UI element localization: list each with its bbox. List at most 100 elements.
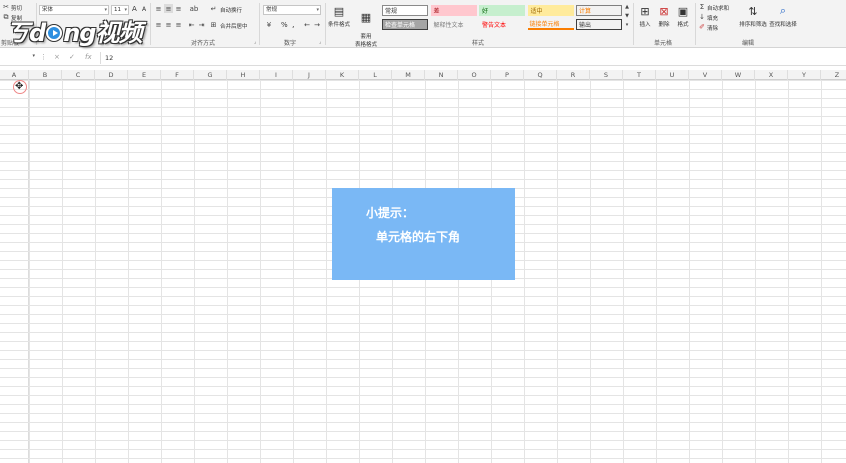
editing-group-label: 编辑	[742, 40, 755, 47]
align-bottom-icon[interactable]: ≡	[174, 4, 183, 13]
column-header[interactable]: D	[95, 70, 128, 80]
column-header[interactable]: H	[227, 70, 260, 80]
play-icon	[46, 24, 63, 41]
delete-label: 删除	[658, 22, 670, 28]
column-header[interactable]: W	[722, 70, 755, 80]
wrap-text-button[interactable]: 自动换行	[220, 6, 242, 14]
column-header[interactable]: P	[491, 70, 524, 80]
column-header[interactable]: O	[458, 70, 491, 80]
cut-icon: ✂	[3, 3, 9, 11]
cell-style-option[interactable]: 常规	[382, 5, 428, 16]
wrap-text-icon: ↵	[210, 4, 217, 13]
format-button[interactable]: ▣ 格式	[675, 3, 691, 29]
number-launcher-icon[interactable]: ⌟	[319, 39, 321, 45]
alignment-launcher-icon[interactable]: ⌟	[254, 39, 256, 45]
cancel-icon[interactable]: ×	[54, 53, 60, 61]
align-left-icon[interactable]: ≡	[154, 20, 163, 29]
format-as-table-label: 套用 表格格式	[354, 34, 377, 48]
search-icon: ⌕	[779, 4, 787, 17]
column-header[interactable]: S	[590, 70, 623, 80]
find-select-button[interactable]: ⌕ 查找和选择	[768, 3, 798, 28]
clear-button[interactable]: 清除	[707, 24, 718, 32]
more-icon: ⋮	[40, 53, 47, 61]
formula-input[interactable]: 12	[100, 52, 844, 64]
conditional-format-label: 条件格式	[327, 22, 350, 28]
column-header[interactable]: Q	[524, 70, 557, 80]
format-as-table-icon: ▦	[360, 10, 372, 24]
align-right-icon[interactable]: ≡	[174, 20, 183, 29]
column-header[interactable]: L	[359, 70, 392, 80]
fill-button[interactable]: 填充	[707, 14, 718, 22]
column-header[interactable]: N	[425, 70, 458, 80]
cell-style-option[interactable]: 链接单元格	[527, 19, 574, 30]
column-header[interactable]: X	[755, 70, 788, 80]
cell-style-option[interactable]: 警告文本	[479, 19, 525, 30]
cell-style-option[interactable]: 输出	[576, 19, 622, 30]
column-header[interactable]: R	[557, 70, 590, 80]
conditional-format-icon: ▤	[333, 4, 345, 18]
gallery-more-icon[interactable]: ▾	[624, 21, 630, 29]
merge-center-button[interactable]: 合并后居中	[220, 22, 248, 30]
gallery-down-icon[interactable]: ▼	[624, 12, 630, 20]
column-header[interactable]: Z	[821, 70, 846, 80]
number-format-combo[interactable]: 常规 ▾	[263, 5, 321, 15]
eraser-icon: ✐	[699, 23, 705, 31]
cell-style-option[interactable]: 好	[479, 5, 525, 16]
insert-function-icon[interactable]: fx	[85, 53, 92, 61]
column-header[interactable]: E	[128, 70, 161, 80]
number-format-value: 常规	[266, 7, 278, 13]
column-header[interactable]: I	[260, 70, 293, 80]
column-header[interactable]: B	[29, 70, 62, 80]
cell-style-option[interactable]: 适中	[527, 5, 574, 16]
increase-indent-icon[interactable]: ⇥	[197, 20, 206, 29]
video-logo: ㄎd ng视频	[6, 14, 142, 47]
cell-style-option[interactable]: 计算	[576, 5, 622, 16]
cell-style-option[interactable]: 解释性文本	[430, 19, 477, 30]
comma-button[interactable]: ,	[292, 20, 295, 29]
currency-icon[interactable]: ¥	[263, 20, 275, 29]
increase-decimal-icon[interactable]: ←	[303, 20, 311, 29]
format-as-table-button[interactable]: ▦ 套用 表格格式	[353, 3, 379, 49]
separator	[325, 3, 326, 45]
shrink-font-button[interactable]: A	[142, 6, 146, 13]
column-header[interactable]: Y	[788, 70, 821, 80]
insert-button[interactable]: ⊞ 插入	[637, 3, 653, 29]
tip-title: 小提示：	[366, 206, 415, 220]
format-label: 格式	[677, 22, 689, 28]
column-header[interactable]: K	[326, 70, 359, 80]
insert-cells-icon: ⊞	[640, 4, 650, 18]
column-header[interactable]: C	[62, 70, 95, 80]
decrease-indent-icon[interactable]: ⇤	[187, 20, 196, 29]
percent-button[interactable]: %	[281, 21, 288, 29]
fill-icon: ↓	[699, 13, 705, 21]
autosum-button[interactable]: 自动求和	[707, 4, 729, 12]
name-box[interactable]: ▾	[2, 53, 36, 63]
sort-filter-button[interactable]: ⇅ 排序和筛选	[738, 3, 768, 29]
alignment-group-label: 对齐方式	[191, 40, 216, 47]
cell-style-option[interactable]: 差	[430, 5, 477, 16]
merge-center-icon: ⊞	[210, 20, 217, 29]
tip-body: 单元格的右下角	[376, 230, 461, 244]
column-header[interactable]: J	[293, 70, 326, 80]
orientation-icon[interactable]: ab	[188, 4, 200, 13]
column-header[interactable]: F	[161, 70, 194, 80]
conditional-format-button[interactable]: ▤ 条件格式	[327, 3, 351, 29]
column-header[interactable]: G	[194, 70, 227, 80]
align-center-icon[interactable]: ≡	[164, 20, 173, 29]
decrease-decimal-icon[interactable]: →	[313, 20, 321, 29]
column-header[interactable]: M	[392, 70, 425, 80]
column-header[interactable]: U	[656, 70, 689, 80]
align-middle-icon[interactable]: ≡	[164, 4, 173, 13]
separator	[695, 3, 696, 45]
sort-filter-icon: ⇅	[748, 4, 758, 18]
cell-style-option[interactable]: 检查单元格	[382, 19, 428, 30]
column-header[interactable]: T	[623, 70, 656, 80]
cut-button[interactable]: 剪切	[11, 4, 22, 12]
separator	[150, 3, 151, 45]
column-header[interactable]: V	[689, 70, 722, 80]
column-header[interactable]: A	[0, 70, 29, 80]
align-top-icon[interactable]: ≡	[154, 4, 163, 13]
gallery-up-icon[interactable]: ▲	[624, 3, 630, 11]
delete-button[interactable]: ⊠ 删除	[656, 3, 672, 29]
confirm-icon[interactable]: ✓	[69, 53, 75, 61]
